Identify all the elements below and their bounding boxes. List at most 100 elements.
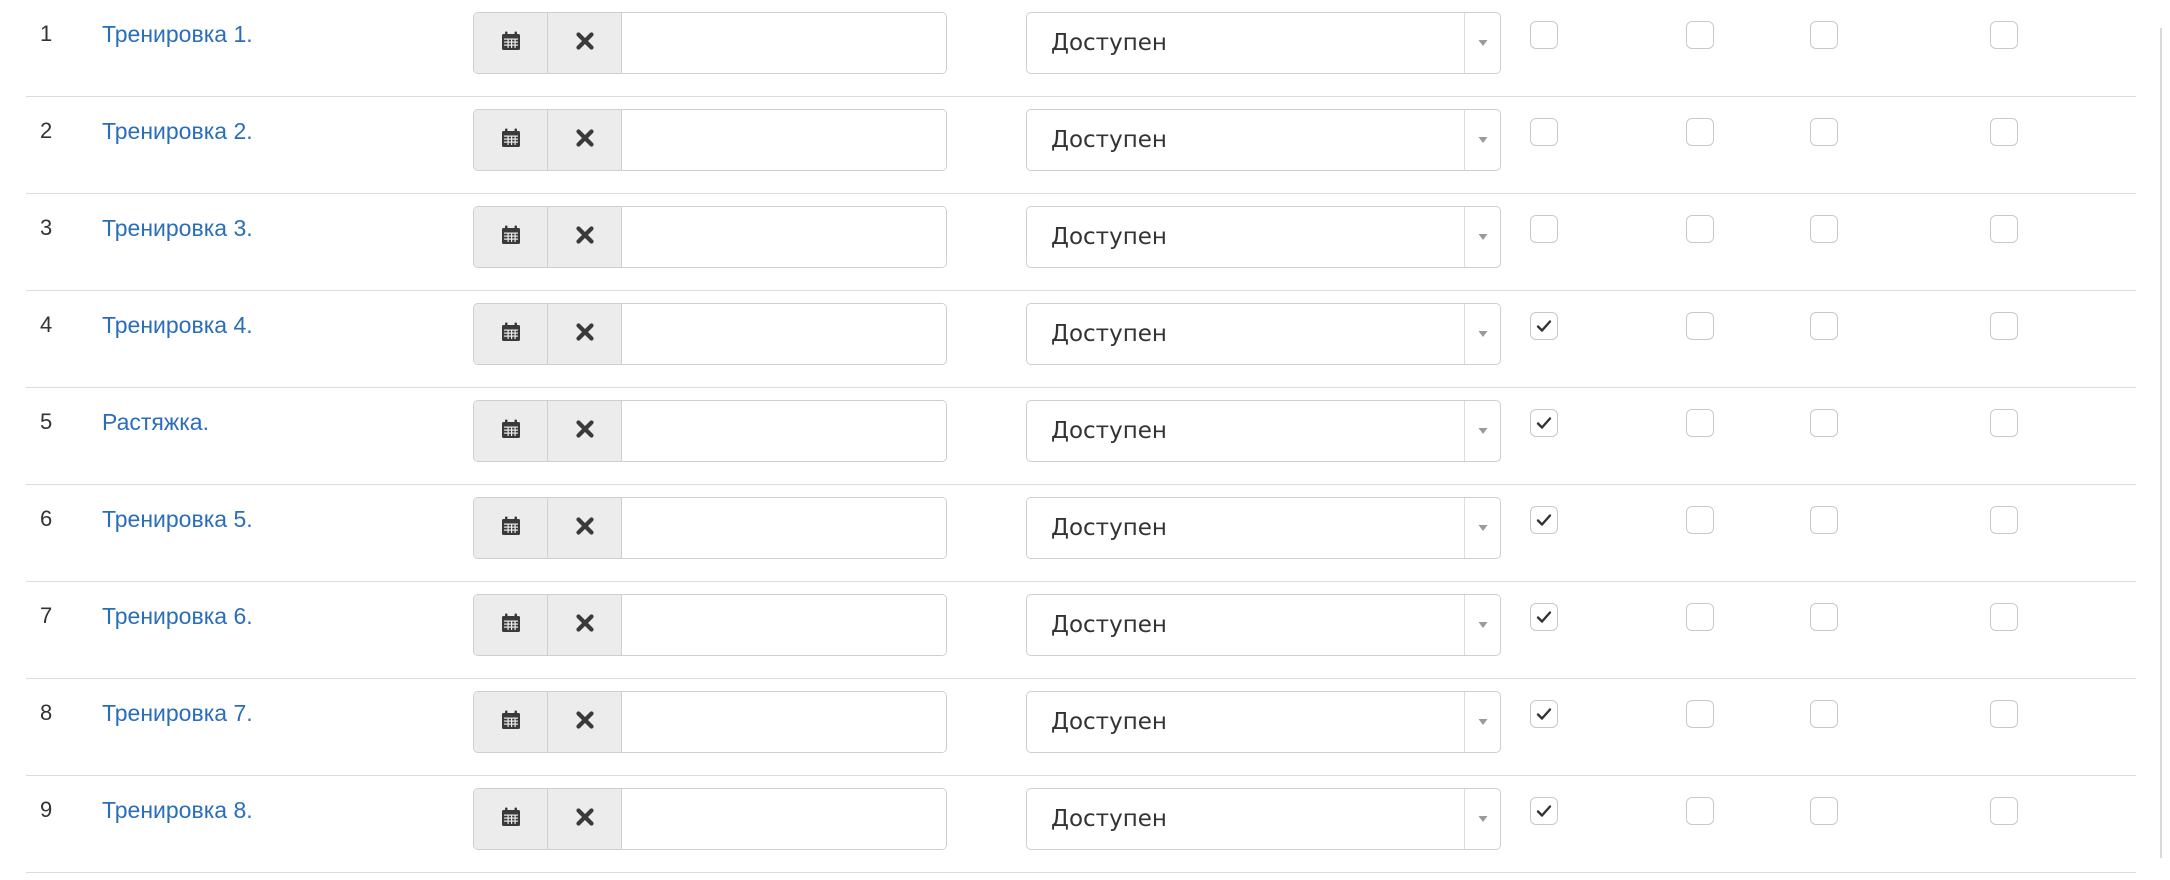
checkbox-col-1[interactable]: [1530, 215, 1558, 243]
status-select[interactable]: Доступен: [1026, 206, 1501, 268]
row-number: 5: [40, 409, 53, 434]
date-input[interactable]: [622, 304, 946, 364]
checkbox-col-1[interactable]: [1530, 506, 1558, 534]
table-row: 8 Тренировка 7. Доступен: [26, 679, 2136, 776]
checkbox-col-1[interactable]: [1530, 21, 1558, 49]
status-select[interactable]: Доступен: [1026, 12, 1501, 74]
checkbox-col-3[interactable]: [1810, 700, 1838, 728]
table-row: 6 Тренировка 5. Доступен: [26, 485, 2136, 582]
clear-date-button[interactable]: [548, 692, 622, 752]
checkbox-col-4[interactable]: [1990, 215, 2018, 243]
scrollbar[interactable]: [2160, 28, 2162, 858]
date-picker-group: [473, 109, 947, 171]
lesson-title-link[interactable]: Тренировка 8.: [102, 797, 253, 824]
checkbox-col-3[interactable]: [1810, 797, 1838, 825]
checkbox-col-1[interactable]: [1530, 797, 1558, 825]
lesson-title-link[interactable]: Тренировка 3.: [102, 215, 253, 242]
lesson-title-link[interactable]: Тренировка 6.: [102, 603, 253, 630]
date-input[interactable]: [622, 13, 946, 73]
date-input[interactable]: [622, 595, 946, 655]
close-icon: [575, 710, 595, 735]
date-picker-group: [473, 594, 947, 656]
checkbox-col-3[interactable]: [1810, 312, 1838, 340]
lesson-title-link[interactable]: Тренировка 1.: [102, 21, 253, 48]
checkbox-col-3[interactable]: [1810, 215, 1838, 243]
row-number: 2: [40, 118, 53, 143]
checkbox-col-3[interactable]: [1810, 21, 1838, 49]
calendar-button[interactable]: [474, 498, 548, 558]
checkbox-col-1[interactable]: [1530, 603, 1558, 631]
lesson-title-link[interactable]: Тренировка 7.: [102, 700, 253, 727]
checkbox-col-2[interactable]: [1686, 215, 1714, 243]
checkbox-col-4[interactable]: [1990, 506, 2018, 534]
calendar-button[interactable]: [474, 789, 548, 849]
close-icon: [575, 31, 595, 56]
clear-date-button[interactable]: [548, 207, 622, 267]
checkbox-col-2[interactable]: [1686, 118, 1714, 146]
checkbox-col-2[interactable]: [1686, 797, 1714, 825]
caret-down-icon: [1464, 304, 1500, 364]
date-input[interactable]: [622, 692, 946, 752]
lesson-title-link[interactable]: Растяжка.: [102, 409, 209, 436]
checkbox-col-2[interactable]: [1686, 700, 1714, 728]
checkbox-col-4[interactable]: [1990, 603, 2018, 631]
checkbox-col-1[interactable]: [1530, 409, 1558, 437]
checkbox-col-3[interactable]: [1810, 409, 1838, 437]
lesson-title-link[interactable]: Тренировка 2.: [102, 118, 253, 145]
lesson-title-link[interactable]: Тренировка 5.: [102, 506, 253, 533]
clear-date-button[interactable]: [548, 401, 622, 461]
date-input[interactable]: [622, 207, 946, 267]
calendar-icon: [501, 322, 521, 347]
status-select[interactable]: Доступен: [1026, 788, 1501, 850]
checkbox-col-2[interactable]: [1686, 312, 1714, 340]
checkbox-col-4[interactable]: [1990, 118, 2018, 146]
checkbox-col-4[interactable]: [1990, 797, 2018, 825]
date-input[interactable]: [622, 498, 946, 558]
clear-date-button[interactable]: [548, 110, 622, 170]
checkbox-col-1[interactable]: [1530, 312, 1558, 340]
checkbox-col-1[interactable]: [1530, 118, 1558, 146]
calendar-button[interactable]: [474, 595, 548, 655]
checkmark-icon: [1536, 708, 1552, 720]
clear-date-button[interactable]: [548, 789, 622, 849]
checkbox-col-3[interactable]: [1810, 603, 1838, 631]
calendar-button[interactable]: [474, 304, 548, 364]
calendar-button[interactable]: [474, 207, 548, 267]
clear-date-button[interactable]: [548, 498, 622, 558]
calendar-icon: [501, 516, 521, 541]
status-select[interactable]: Доступен: [1026, 303, 1501, 365]
caret-down-icon: [1464, 110, 1500, 170]
caret-down-icon: [1464, 401, 1500, 461]
date-input[interactable]: [622, 789, 946, 849]
checkbox-col-4[interactable]: [1990, 21, 2018, 49]
status-select[interactable]: Доступен: [1026, 594, 1501, 656]
checkbox-col-2[interactable]: [1686, 506, 1714, 534]
status-select[interactable]: Доступен: [1026, 400, 1501, 462]
checkbox-col-4[interactable]: [1990, 312, 2018, 340]
calendar-button[interactable]: [474, 110, 548, 170]
status-select[interactable]: Доступен: [1026, 497, 1501, 559]
clear-date-button[interactable]: [548, 304, 622, 364]
checkbox-col-3[interactable]: [1810, 118, 1838, 146]
clear-date-button[interactable]: [548, 13, 622, 73]
checkbox-col-3[interactable]: [1810, 506, 1838, 534]
lesson-title-link[interactable]: Тренировка 4.: [102, 312, 253, 339]
status-select-value: Доступен: [1051, 709, 1167, 735]
calendar-button[interactable]: [474, 13, 548, 73]
date-input[interactable]: [622, 110, 946, 170]
status-select[interactable]: Доступен: [1026, 109, 1501, 171]
status-select[interactable]: Доступен: [1026, 691, 1501, 753]
date-input[interactable]: [622, 401, 946, 461]
date-picker-group: [473, 788, 947, 850]
checkbox-col-2[interactable]: [1686, 21, 1714, 49]
calendar-button[interactable]: [474, 692, 548, 752]
clear-date-button[interactable]: [548, 595, 622, 655]
checkmark-icon: [1536, 417, 1552, 429]
checkbox-col-2[interactable]: [1686, 603, 1714, 631]
checkbox-col-2[interactable]: [1686, 409, 1714, 437]
row-number: 8: [40, 700, 53, 725]
calendar-button[interactable]: [474, 401, 548, 461]
checkbox-col-4[interactable]: [1990, 700, 2018, 728]
checkbox-col-4[interactable]: [1990, 409, 2018, 437]
checkbox-col-1[interactable]: [1530, 700, 1558, 728]
